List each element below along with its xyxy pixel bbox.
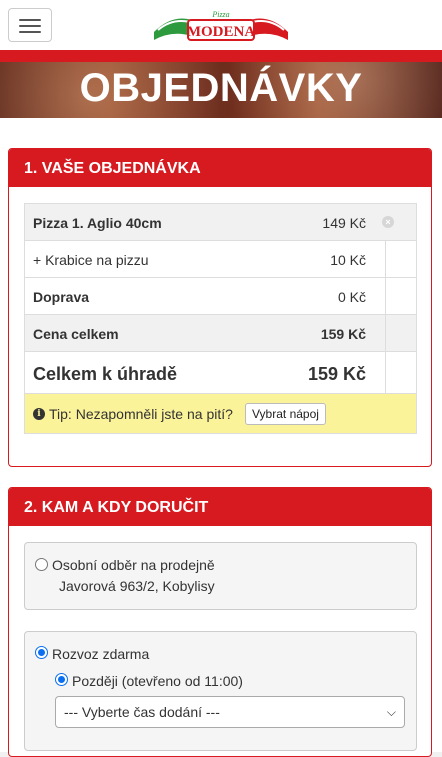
choose-drink-button[interactable]: Vybrat nápoj xyxy=(245,403,326,425)
item-name: Doprava xyxy=(33,289,90,305)
item-price: 0 Kč xyxy=(337,289,366,305)
delivery-option[interactable]: Rozvoz zdarma Později (otevřeno od 11:00… xyxy=(24,631,417,751)
delivery-time-select[interactable]: --- Vyberte čas dodání --- ⌵ xyxy=(55,696,405,728)
pickup-label: Osobní odběr na prodejně xyxy=(52,557,215,573)
pickup-radio[interactable] xyxy=(35,558,48,571)
subtotal-row: Cena celkem 159 Kč xyxy=(24,315,417,352)
item-price: 10 Kč xyxy=(330,252,366,268)
delivery-panel-title: 2. KAM A KDY DORUČIT xyxy=(9,488,431,526)
delivery-panel: 2. KAM A KDY DORUČIT Osobní odběr na pro… xyxy=(8,487,432,757)
chevron-down-icon: ⌵ xyxy=(386,705,396,719)
later-radio[interactable] xyxy=(55,673,68,686)
delivery-time-select-value: --- Vyberte čas dodání --- xyxy=(64,704,220,720)
info-icon: i xyxy=(33,408,45,420)
order-item-row: Pizza 1. Aglio 40cm 149 Kč × xyxy=(24,204,417,241)
subtotal-label: Cena celkem xyxy=(33,326,119,342)
header-divider xyxy=(0,50,442,62)
remove-item-icon[interactable]: × xyxy=(382,216,394,228)
page-title: OBJEDNÁVKY xyxy=(79,66,363,110)
tip-text: Tip: Nezapomněli jste na pití? xyxy=(49,406,233,422)
later-label: Později (otevřeno od 11:00) xyxy=(72,673,243,689)
order-panel-title: 1. VAŠE OBJEDNÁVKA xyxy=(9,149,431,187)
logo-text: MODENA xyxy=(187,24,255,40)
grand-total-row: Celkem k úhradě 159 Kč xyxy=(24,352,417,394)
order-panel: 1. VAŠE OBJEDNÁVKA Pizza 1. Aglio 40cm 1… xyxy=(8,148,432,467)
drink-tip: i Tip: Nezapomněli jste na pití? Vybrat … xyxy=(24,394,417,434)
hero-banner: OBJEDNÁVKY xyxy=(0,62,442,118)
order-item-row: + Krabice na pizzu 10 Kč xyxy=(24,241,417,278)
subtotal-price: 159 Kč xyxy=(320,326,366,342)
grand-total-label: Celkem k úhradě xyxy=(33,364,178,384)
hamburger-icon xyxy=(19,19,41,21)
delivery-radio[interactable] xyxy=(35,646,48,659)
logo-small-text: Pizza xyxy=(211,10,229,19)
hamburger-menu-button[interactable] xyxy=(8,8,52,42)
pickup-address: Javorová 963/2, Kobylisy xyxy=(59,578,215,594)
pickup-option[interactable]: Osobní odběr na prodejně Javorová 963/2,… xyxy=(24,542,417,610)
delivery-label: Rozvoz zdarma xyxy=(52,646,150,662)
grand-total-price: 159 Kč xyxy=(307,364,366,384)
modena-logo[interactable]: Pizza MODENA xyxy=(152,6,290,46)
item-name: + Krabice na pizzu xyxy=(33,252,149,268)
delivery-fee-row: Doprava 0 Kč xyxy=(24,278,417,315)
item-price: 149 Kč xyxy=(322,215,366,231)
top-navbar: Pizza MODENA xyxy=(0,0,442,50)
item-name: Pizza 1. Aglio 40cm xyxy=(33,215,162,231)
order-table: Pizza 1. Aglio 40cm 149 Kč × + Krabice n… xyxy=(24,203,417,434)
